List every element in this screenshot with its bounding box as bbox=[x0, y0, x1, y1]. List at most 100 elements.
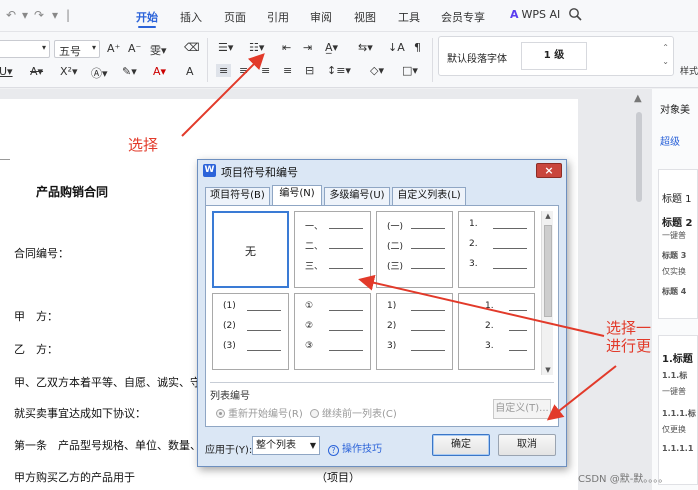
numbering-option[interactable]: ① ② ③ bbox=[294, 293, 371, 370]
font-name-select[interactable]: ▾ bbox=[0, 40, 50, 58]
style-gallery[interactable]: 默认段落字体 1 级 ⌃ ⌄ bbox=[438, 36, 674, 76]
numbering-marker: ② bbox=[305, 321, 314, 331]
apply-to-select[interactable]: 整个列表 ▼ bbox=[252, 436, 320, 455]
numbering-option-none[interactable]: 无 bbox=[212, 211, 289, 288]
bullet-list-icon[interactable]: ☰▾ bbox=[218, 41, 233, 54]
underline-icon[interactable]: U▾ bbox=[0, 65, 13, 78]
text-effect-icon[interactable]: Ⓐ▾ bbox=[91, 65, 108, 81]
border-icon[interactable]: □▾ bbox=[402, 64, 418, 77]
distribute-icon[interactable]: ⊟ bbox=[305, 64, 314, 77]
align-center-icon[interactable]: ≡ bbox=[239, 64, 248, 77]
numbered-list-icon[interactable]: ☷▾ bbox=[249, 41, 264, 54]
divider: | bbox=[66, 8, 71, 22]
preview-line bbox=[247, 310, 281, 311]
tab-review[interactable]: 审阅 bbox=[310, 9, 332, 25]
preview-line bbox=[247, 350, 281, 351]
numbering-option[interactable]: 一、 二、 三、 bbox=[294, 211, 371, 288]
justify-icon[interactable]: ≡ bbox=[283, 64, 292, 77]
style-set-card[interactable]: 标题 1 标题 2 一键普 标题 3 仅实换 标题 4 bbox=[658, 169, 698, 319]
numbering-panel: 无 一、 二、 三、 (一) (二) (三) 1. 2. 3. (1) (2) (3) ①②③ … bbox=[205, 205, 559, 427]
phonetic-guide-icon[interactable]: 雯▾ bbox=[150, 42, 167, 58]
preview-line bbox=[329, 310, 363, 311]
tab-start[interactable]: 开始 bbox=[136, 9, 158, 28]
numbering-option[interactable]: 1. 2. 3. bbox=[458, 211, 535, 288]
numbering-option[interactable]: (1) (2) (3) bbox=[212, 293, 289, 370]
dialog-titlebar[interactable]: W 项目符号和编号 × bbox=[198, 160, 566, 182]
style-item: 标题 4 bbox=[662, 287, 687, 296]
tab-multilevel[interactable]: 多级编号(U) bbox=[324, 187, 390, 205]
gallery-scroll-icon[interactable]: ⌃ ⌄ bbox=[662, 41, 669, 69]
numbering-marker: 一、 bbox=[305, 222, 324, 232]
tab-membership[interactable]: 会员专享 bbox=[441, 9, 485, 25]
preview-line bbox=[411, 248, 445, 249]
chevron-down-icon[interactable]: ▾ bbox=[52, 8, 58, 22]
style-pane: ▲ 对象美 超级 标题 1 标题 2 一键普 标题 3 仅实换 标题 4 1.标… bbox=[634, 89, 698, 490]
chinese-layout-icon[interactable]: A̲▾ bbox=[325, 41, 338, 54]
wps-ai-icon: A bbox=[510, 8, 519, 21]
scroll-up-icon[interactable]: ▲ bbox=[542, 212, 554, 220]
tab-numbering[interactable]: 编号(N) bbox=[272, 185, 322, 206]
radio-continue-list[interactable]: 继续前一列表(C) bbox=[310, 405, 397, 420]
text-direction-icon[interactable]: ⇆▾ bbox=[358, 41, 373, 54]
numbering-marker: (2) bbox=[223, 321, 236, 331]
chevron-down-icon[interactable]: ▾ bbox=[22, 8, 28, 22]
sort-icon[interactable]: ↓A bbox=[388, 41, 405, 54]
customize-button[interactable]: 自定义(T)... bbox=[493, 399, 551, 419]
preview-line bbox=[247, 330, 281, 331]
shading-icon[interactable]: ◇▾ bbox=[370, 64, 384, 77]
tab-insert[interactable]: 插入 bbox=[180, 9, 202, 25]
char-shading-icon[interactable]: A bbox=[186, 65, 194, 78]
align-left-icon[interactable]: ≡ bbox=[216, 64, 232, 77]
tab-view[interactable]: 视图 bbox=[354, 9, 376, 25]
numbering-option[interactable]: (一) (二) (三) bbox=[376, 211, 453, 288]
radio-restart-numbering[interactable]: 重新开始编号(R) bbox=[216, 405, 303, 420]
style-set-card[interactable]: 1.标题 1.1.标 一键普 1.1.1.标 仅更换 1.1.1.1 bbox=[658, 335, 698, 485]
superscript-icon[interactable]: X²▾ bbox=[60, 65, 77, 78]
numbering-marker: ① bbox=[305, 301, 314, 311]
scroll-thumb[interactable] bbox=[544, 225, 552, 317]
redo-icon[interactable]: ↷ bbox=[34, 8, 44, 22]
wps-ai-button[interactable]: A WPS AI bbox=[510, 8, 560, 21]
line-spacing-icon[interactable]: ↕≡▾ bbox=[327, 64, 351, 77]
align-right-icon[interactable]: ≡ bbox=[261, 64, 270, 77]
pane-link[interactable]: 超级 bbox=[660, 133, 680, 148]
show-marks-icon[interactable]: ¶ bbox=[414, 41, 421, 54]
close-button[interactable]: × bbox=[536, 163, 562, 178]
cancel-button[interactable]: 取消 bbox=[498, 434, 556, 456]
numbering-option[interactable]: 1. 2. 3. bbox=[458, 293, 535, 370]
strikethrough-icon[interactable]: A▾ bbox=[30, 65, 43, 78]
doc-line: 合同编号： bbox=[14, 247, 69, 260]
undo-icon[interactable]: ↶ bbox=[6, 8, 16, 22]
style-item: 1.标题 bbox=[662, 354, 693, 365]
highlight-icon[interactable]: ✎▾ bbox=[122, 65, 137, 78]
grow-font-icon[interactable]: A⁺ bbox=[107, 42, 120, 55]
help-icon: ? bbox=[328, 445, 339, 456]
doc-line: 乙 方： bbox=[14, 343, 58, 356]
style-normal[interactable]: 默认段落字体 bbox=[447, 50, 507, 65]
tips-link[interactable]: ? 操作技巧 bbox=[328, 440, 382, 456]
tab-page[interactable]: 页面 bbox=[224, 9, 246, 25]
font-size-select[interactable]: 五号 ▾ bbox=[54, 40, 100, 58]
tab-tools[interactable]: 工具 bbox=[398, 9, 420, 25]
ok-button[interactable]: 确定 bbox=[432, 434, 490, 456]
numbering-marker: 三、 bbox=[305, 262, 324, 272]
increase-indent-icon[interactable]: ⇥ bbox=[303, 41, 312, 54]
tab-bullets[interactable]: 项目符号(B) bbox=[205, 187, 270, 205]
scroll-up-icon[interactable]: ▲ bbox=[634, 93, 642, 104]
decrease-indent-icon[interactable]: ⇤ bbox=[282, 41, 291, 54]
search-icon[interactable] bbox=[568, 7, 582, 21]
style-heading-1[interactable]: 1 级 bbox=[521, 42, 587, 70]
preview-line bbox=[411, 228, 445, 229]
font-color-icon[interactable]: A▾ bbox=[153, 65, 166, 78]
preview-line bbox=[509, 330, 527, 331]
vertical-scrollbar[interactable] bbox=[636, 112, 642, 202]
tab-custom-list[interactable]: 自定义列表(L) bbox=[392, 187, 466, 205]
styles-label[interactable]: 样式 bbox=[680, 64, 698, 77]
scroll-down-icon[interactable]: ▼ bbox=[542, 366, 554, 374]
clear-format-icon[interactable]: ⌫ bbox=[184, 41, 200, 54]
numbering-option[interactable]: 1) 2) 3) bbox=[376, 293, 453, 370]
none-label: 无 bbox=[245, 245, 256, 258]
gallery-scrollbar[interactable]: ▲ ▼ bbox=[541, 211, 553, 375]
shrink-font-icon[interactable]: A⁻ bbox=[128, 42, 141, 55]
tab-references[interactable]: 引用 bbox=[267, 9, 289, 25]
